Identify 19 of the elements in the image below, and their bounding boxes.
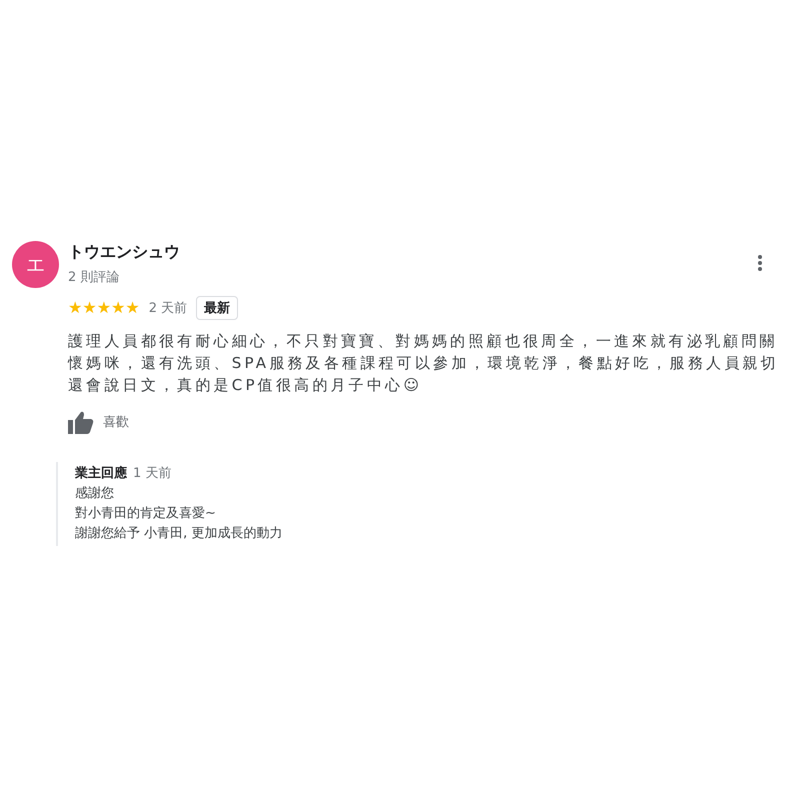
review-text: 護理人員都很有耐心細心，不只對寶寶、對媽媽的照顧也很周全，一進來就有泌乳顧問關懷媽咪，還有洗頭、SPA服務及各種課程可以參加，環境乾淨，餐點好吃，服務人員親切還會說日文，真的是CP值很高的月子中心☺ [68, 331, 780, 396]
like-label[interactable]: 喜歡 [103, 413, 129, 431]
reply-time: 1 天前 [133, 465, 172, 483]
review-count: 2 則評論 [68, 269, 120, 287]
owner-reply-title: 業主回應 [75, 464, 127, 483]
more-icon[interactable] [757, 254, 763, 272]
thumbs-up-icon[interactable] [68, 410, 94, 434]
reply-text: 感謝您 [75, 485, 115, 503]
star-icon: ★ [68, 299, 82, 317]
star-icon: ★ [82, 299, 97, 317]
avatar: エ [12, 241, 59, 288]
star-icon: ★ [125, 299, 140, 317]
reply-text: 謝謝您給予 小青田, 更加成長的動力 [75, 525, 284, 543]
author-name[interactable]: トウエンシュウ [68, 241, 180, 263]
star-icon: ★ [96, 299, 112, 317]
reply-text: 對小青田的肯定及喜愛~ [75, 505, 217, 523]
star-icon: ★ [111, 299, 126, 317]
review-time: 2 天前 [148, 300, 188, 317]
new-badge: 最新 [196, 296, 238, 320]
